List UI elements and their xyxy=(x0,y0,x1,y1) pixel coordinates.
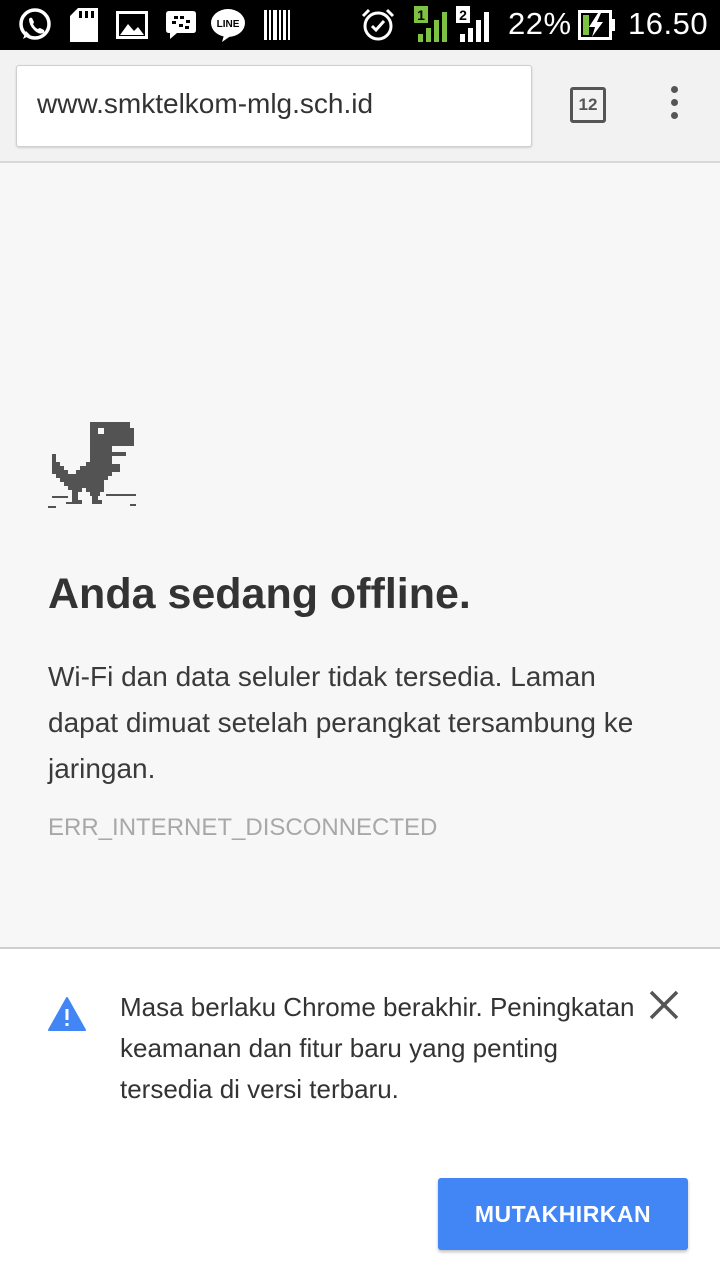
svg-text:LINE: LINE xyxy=(217,19,240,30)
error-code: ERR_INTERNET_DISCONNECTED xyxy=(48,814,438,841)
battery-charging-icon xyxy=(578,10,615,40)
signal-sim1-icon: 1 xyxy=(414,6,447,42)
barcode-icon xyxy=(264,10,290,40)
whatsapp-icon xyxy=(19,8,51,40)
more-vert-icon[interactable] xyxy=(660,86,688,126)
page-title: Anda sedang offline. xyxy=(48,570,471,618)
error-description: Wi-Fi dan data seluler tidak tersedia. L… xyxy=(48,661,634,784)
close-icon[interactable] xyxy=(646,987,682,1023)
clock: 16.50 xyxy=(628,6,709,41)
sd-card-icon xyxy=(70,8,98,42)
status-bar: LINE 1 2 22% 16.50 xyxy=(0,0,720,50)
url-bar[interactable]: www.smktelkom-mlg.sch.id xyxy=(16,65,532,147)
image-icon xyxy=(116,11,148,39)
svg-text:2: 2 xyxy=(459,7,467,23)
battery-percent: 22% xyxy=(508,6,572,41)
line-icon: LINE xyxy=(211,9,245,42)
alarm-icon xyxy=(361,8,395,41)
signal-sim2-icon: 2 xyxy=(456,6,489,42)
warning-icon xyxy=(48,997,86,1031)
dinosaur-icon xyxy=(48,422,136,508)
svg-text:1: 1 xyxy=(417,7,425,23)
update-button[interactable]: MUTAKHIRKAN xyxy=(438,1178,688,1250)
update-infobar: Masa berlaku Chrome berakhir. Peningkata… xyxy=(0,947,720,1280)
bbm-icon xyxy=(166,11,196,39)
infobar-message: Masa berlaku Chrome berakhir. Peningkata… xyxy=(120,992,635,1104)
url-text[interactable]: www.smktelkom-mlg.sch.id xyxy=(37,88,373,120)
tab-switcher-button[interactable]: 12 xyxy=(570,87,606,123)
browser-toolbar: www.smktelkom-mlg.sch.id 12 xyxy=(0,50,720,163)
